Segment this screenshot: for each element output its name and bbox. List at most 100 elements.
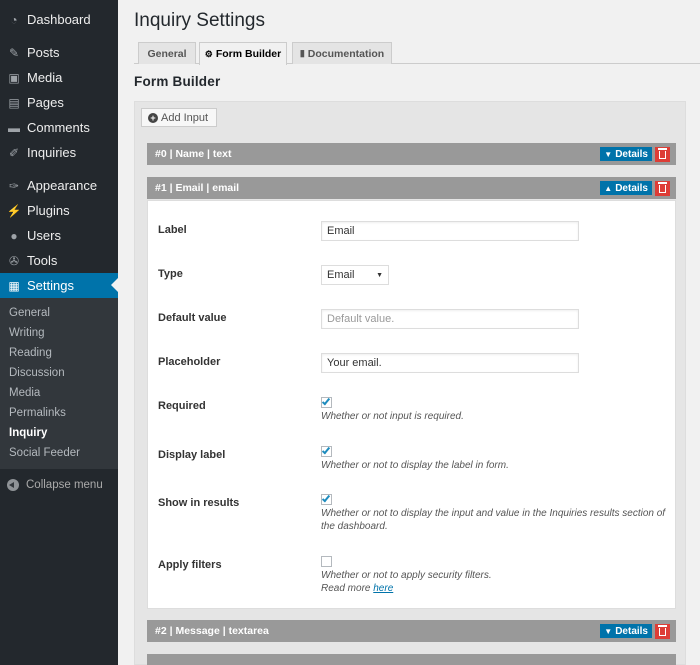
submenu-item-social-feeder[interactable]: Social Feeder — [0, 443, 118, 463]
sidebar-item-users[interactable]: ● Users — [0, 223, 118, 248]
collapse-icon — [7, 479, 19, 491]
chevron-down-icon: ▼ — [604, 626, 613, 636]
tab-form-builder[interactable]: ⚙ Form Builder — [199, 42, 287, 65]
brush-icon: ✑ — [8, 178, 20, 193]
tab-documentation-label: Documentation — [307, 47, 385, 60]
delete-button[interactable] — [655, 623, 670, 639]
form-builder-area: + Add Input #0 | Name | text ▼ Details #1… — [134, 101, 686, 665]
sidebar-item-plugins[interactable]: ⚡ Plugins — [0, 198, 118, 223]
placeholder-input[interactable]: Your email. — [321, 353, 579, 373]
submenu-item-reading[interactable]: Reading — [0, 343, 118, 363]
settings-tabs: General ⚙ Form Builder ▮ Documentation — [134, 42, 700, 65]
delete-button[interactable] — [655, 146, 670, 162]
sidebar-item-pages[interactable]: ▤ Pages — [0, 90, 118, 115]
collapse-menu-button[interactable]: Collapse menu — [0, 471, 118, 499]
submenu-item-inquiry[interactable]: Inquiry — [0, 423, 118, 443]
tab-general[interactable]: General — [138, 42, 196, 64]
show-in-results-label: Show in results — [158, 497, 240, 509]
default-value-label: Default value — [158, 312, 227, 324]
sidebar-item-posts[interactable]: ✎ Posts — [0, 40, 118, 65]
settings-submenu: General Writing Reading Discussion Media Perm… — [0, 298, 118, 469]
label-input[interactable]: Email — [321, 221, 579, 241]
media-icon: ▣ — [8, 70, 20, 85]
sidebar-item-label: Settings — [27, 278, 74, 293]
sidebar-item-label: Appearance — [27, 178, 98, 193]
check-icon — [321, 396, 331, 406]
sidebar-item-label: Users — [27, 228, 61, 243]
submenu-item-writing[interactable]: Writing — [0, 323, 118, 343]
sidebar-item-label: Pages — [27, 95, 64, 110]
plus-circle-icon: + — [148, 112, 158, 123]
apply-filters-checkbox[interactable] — [321, 556, 332, 567]
read-more-text: Read more — [321, 583, 371, 594]
show-in-results-desc: Whether or not to display the input and … — [321, 508, 666, 532]
input-details-panel: Label Email Type Email ▼ Default value D… — [147, 200, 676, 609]
details-label: Details — [615, 625, 648, 637]
display-label-desc: Whether or not to display the label in f… — [321, 460, 509, 471]
sidebar-item-settings[interactable]: ▦ Settings — [0, 273, 118, 298]
dashboard-icon: ◔ — [10, 12, 18, 27]
submenu-item-general[interactable]: General — [0, 303, 118, 323]
tab-documentation[interactable]: ▮ Documentation — [292, 42, 392, 64]
sidebar-item-label: Media — [27, 70, 63, 85]
details-button[interactable]: ▼ Details — [600, 624, 652, 638]
required-checkbox[interactable] — [321, 396, 332, 408]
sidebar-item-appearance[interactable]: ✑ Appearance — [0, 173, 118, 198]
section-title: Form Builder — [134, 74, 221, 89]
page-title: Inquiry Settings — [134, 10, 265, 31]
label-field-label: Label — [158, 224, 187, 236]
input-title: #2 | Message | textarea — [155, 625, 269, 637]
chevron-up-icon: ▲ — [604, 183, 613, 193]
check-icon — [321, 445, 331, 455]
submenu-item-media[interactable]: Media — [0, 383, 118, 403]
add-input-button[interactable]: + Add Input — [141, 108, 218, 127]
add-input-label: Add Input — [161, 111, 209, 124]
sidebar-item-inquiries[interactable]: ✐ Inquiries — [0, 140, 118, 165]
trash-icon — [658, 625, 667, 636]
sidebar-item-tools[interactable]: ✇ Tools — [0, 248, 118, 273]
details-label: Details — [615, 182, 648, 194]
details-button[interactable]: ▲ Details — [600, 181, 652, 195]
cogs-icon: ⚙ — [204, 48, 213, 59]
apply-filters-label: Apply filters — [158, 559, 222, 571]
submenu-item-permalinks[interactable]: Permalinks — [0, 403, 118, 423]
plugin-icon: ⚡ — [6, 203, 22, 218]
trash-icon — [658, 182, 667, 193]
input-bar-2[interactable]: #2 | Message | textarea ▼ Details — [147, 620, 676, 642]
input-bar-0[interactable]: #0 | Name | text ▼ Details — [147, 143, 676, 165]
sidebar-item-comments[interactable]: ▬ Comments — [0, 115, 118, 140]
edit-icon: ✐ — [8, 145, 20, 160]
submenu-item-discussion[interactable]: Discussion — [0, 363, 118, 383]
comments-icon: ▬ — [8, 120, 20, 135]
pin-icon: ✎ — [8, 45, 20, 60]
check-icon — [321, 493, 331, 503]
tab-form-builder-label: Form Builder — [215, 48, 282, 60]
sidebar-item-dashboard[interactable]: ◔ Dashboard — [0, 7, 118, 32]
display-label-checkbox[interactable] — [321, 445, 332, 457]
type-select-value: Email — [327, 269, 355, 281]
input-title: #1 | Email | email — [155, 182, 240, 194]
apply-filters-desc-text: Whether or not to apply security filters… — [321, 570, 492, 581]
delete-button[interactable] — [655, 180, 670, 196]
display-label-label: Display label — [158, 449, 226, 461]
show-in-results-checkbox[interactable] — [321, 493, 332, 505]
sidebar-item-label: Tools — [27, 253, 58, 268]
trash-icon — [658, 148, 667, 159]
book-icon: ▮ — [299, 48, 305, 58]
read-more-link[interactable]: here — [373, 583, 393, 594]
required-label: Required — [158, 400, 206, 412]
input-bar-3[interactable] — [147, 654, 676, 665]
input-bar-1[interactable]: #1 | Email | email ▲ Details — [147, 177, 676, 199]
sidebar-item-media[interactable]: ▣ Media — [0, 65, 118, 90]
type-select[interactable]: Email ▼ — [321, 265, 389, 285]
chevron-down-icon: ▼ — [604, 149, 613, 159]
admin-sidebar: ◔ Dashboard ✎ Posts ▣ Media ▤ Pages ▬ Comments ✐ In… — [0, 0, 118, 665]
default-value-input[interactable]: Default value. — [321, 309, 579, 329]
apply-filters-desc: Whether or not to apply security filters… — [321, 569, 671, 595]
details-button[interactable]: ▼ Details — [600, 147, 652, 161]
required-desc: Whether or not input is required. — [321, 411, 464, 422]
sidebar-item-label: Dashboard — [27, 12, 91, 27]
sidebar-item-label: Comments — [27, 120, 90, 135]
placeholder-field-label: Placeholder — [158, 356, 221, 368]
settings-icon: ▦ — [8, 278, 20, 293]
